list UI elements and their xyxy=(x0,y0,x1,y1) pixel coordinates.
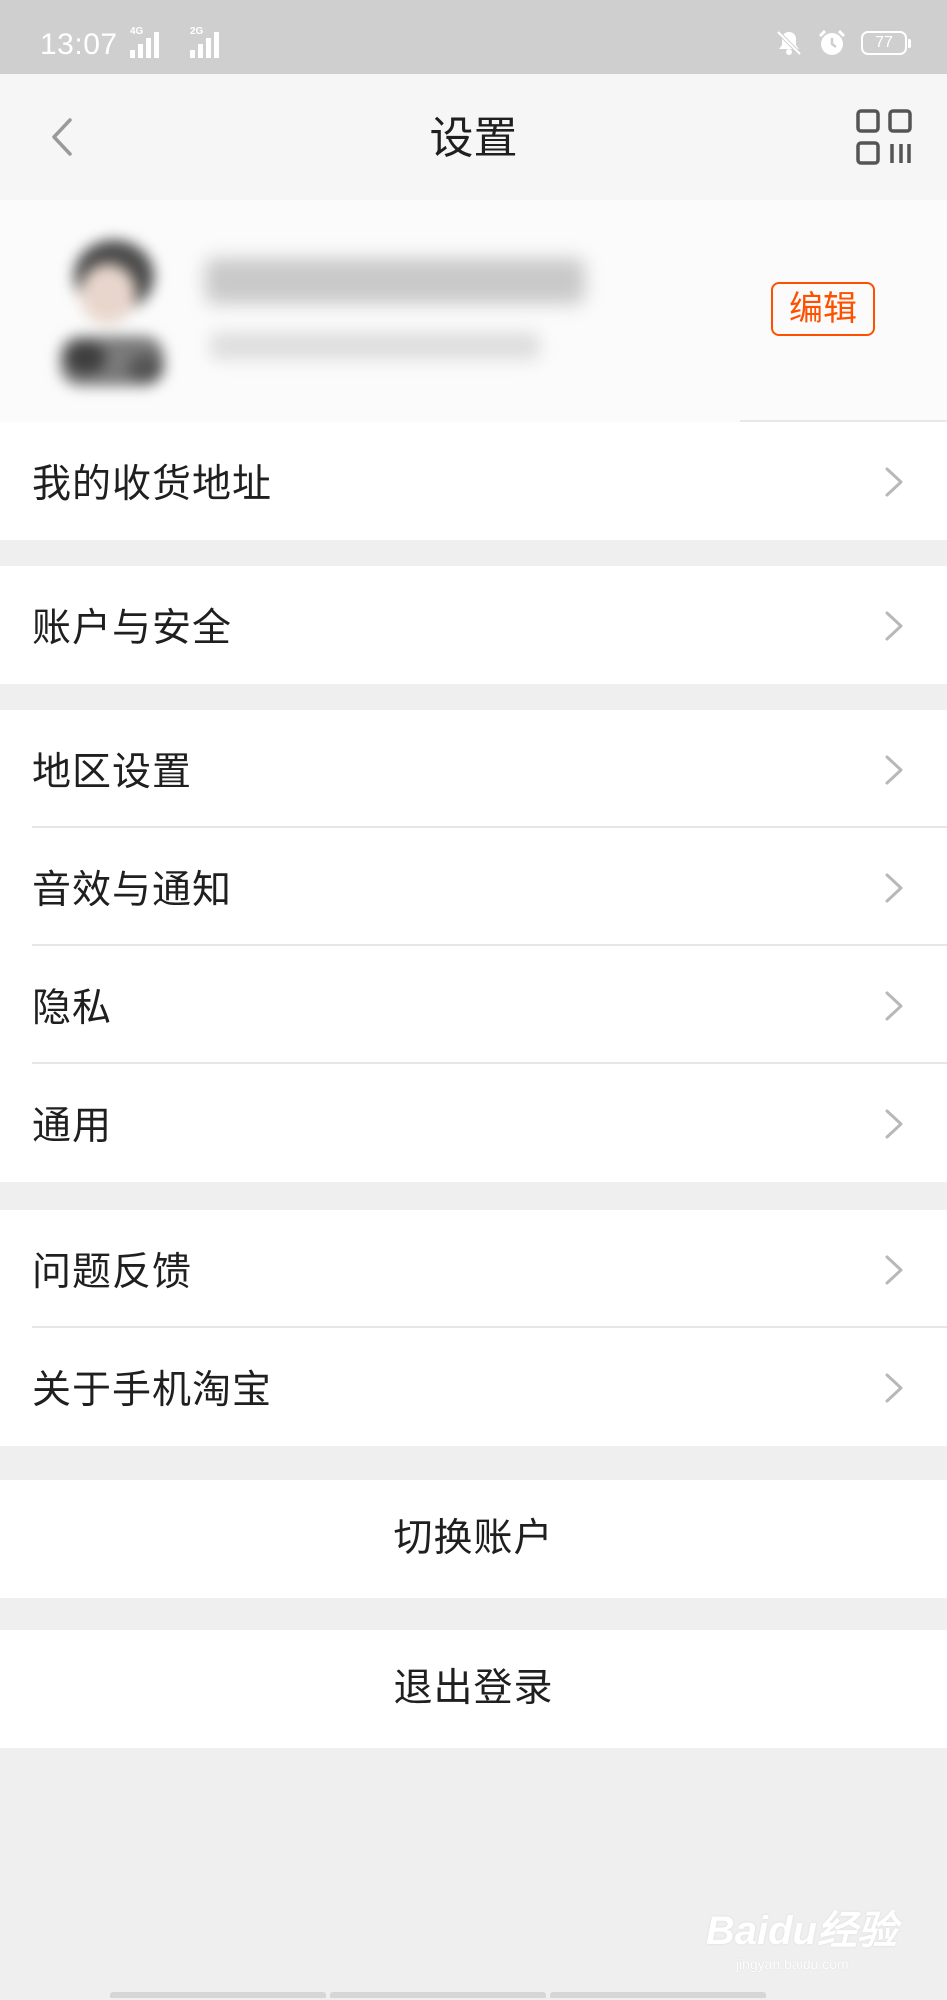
settings-item-privacy[interactable]: 隐私 xyxy=(0,946,947,1064)
chevron-right-icon xyxy=(885,991,903,1021)
watermark-url: jingyan.baidu.com xyxy=(735,1956,849,1972)
page-title: 设置 xyxy=(429,113,518,164)
settings-item-region[interactable]: 地区设置 xyxy=(0,710,947,828)
settings-item-label: 通用 xyxy=(32,1104,113,1149)
settings-item-label: 音效与通知 xyxy=(32,868,233,913)
baidu-watermark: Baidu经验 jingyan.baidu.com xyxy=(706,1898,897,1972)
chevron-right-icon xyxy=(885,467,903,497)
signal-2g-icon: 2G xyxy=(190,26,219,58)
signal-2g-label: 2G xyxy=(190,26,204,37)
settings-group-account: 账户与安全 xyxy=(0,566,947,684)
signal-4g-icon: 4G xyxy=(130,26,159,58)
home-indicator xyxy=(110,1992,766,1998)
status-time: 13:07 xyxy=(40,28,118,61)
settings-item-account-security[interactable]: 账户与安全 xyxy=(0,566,947,684)
signal-4g-label: 4G xyxy=(130,26,144,37)
settings-item-about[interactable]: 关于手机淘宝 xyxy=(0,1328,947,1446)
settings-item-label: 地区设置 xyxy=(32,750,193,795)
settings-item-general[interactable]: 通用 xyxy=(0,1064,947,1182)
chevron-right-icon xyxy=(885,1109,903,1139)
alarm-icon xyxy=(818,29,846,55)
settings-group-general: 地区设置 音效与通知 隐私 通用 xyxy=(0,710,947,1182)
logout-button[interactable]: 退出登录 xyxy=(0,1630,947,1748)
nav-bar: 设置 xyxy=(0,74,947,200)
profile-subtitle-blurred xyxy=(210,332,540,360)
chevron-right-icon xyxy=(885,1373,903,1403)
settings-group-address: 我的收货地址 xyxy=(0,422,947,540)
settings-item-label: 我的收货地址 xyxy=(32,462,273,507)
chevron-right-icon xyxy=(885,611,903,641)
settings-item-sound-notification[interactable]: 音效与通知 xyxy=(0,828,947,946)
watermark-logo-text: Baidu经验 xyxy=(705,1909,897,1953)
settings-item-label: 账户与安全 xyxy=(32,606,233,651)
status-bar: 13:07 4G 2G 77 xyxy=(0,0,947,74)
settings-item-label: 关于手机淘宝 xyxy=(32,1368,273,1413)
settings-item-label: 隐私 xyxy=(32,986,113,1031)
profile-name-blurred xyxy=(205,258,585,304)
profile-card[interactable]: 编辑 xyxy=(0,200,947,422)
chevron-right-icon xyxy=(885,1255,903,1285)
edit-profile-button[interactable]: 编辑 xyxy=(771,282,875,336)
avatar[interactable] xyxy=(46,228,176,394)
status-icons: 77 xyxy=(775,28,911,58)
chevron-right-icon xyxy=(885,755,903,785)
settings-item-feedback[interactable]: 问题反馈 xyxy=(0,1210,947,1328)
settings-item-shipping-address[interactable]: 我的收货地址 xyxy=(0,422,947,540)
settings-group-help: 问题反馈 关于手机淘宝 xyxy=(0,1210,947,1446)
chevron-right-icon xyxy=(885,873,903,903)
switch-account-button[interactable]: 切换账户 xyxy=(0,1480,947,1598)
battery-icon: 77 xyxy=(861,31,911,55)
battery-level: 77 xyxy=(875,34,893,51)
settings-item-label: 问题反馈 xyxy=(32,1250,193,1295)
bell-muted-icon xyxy=(776,30,802,56)
qr-code-icon[interactable] xyxy=(855,108,913,166)
